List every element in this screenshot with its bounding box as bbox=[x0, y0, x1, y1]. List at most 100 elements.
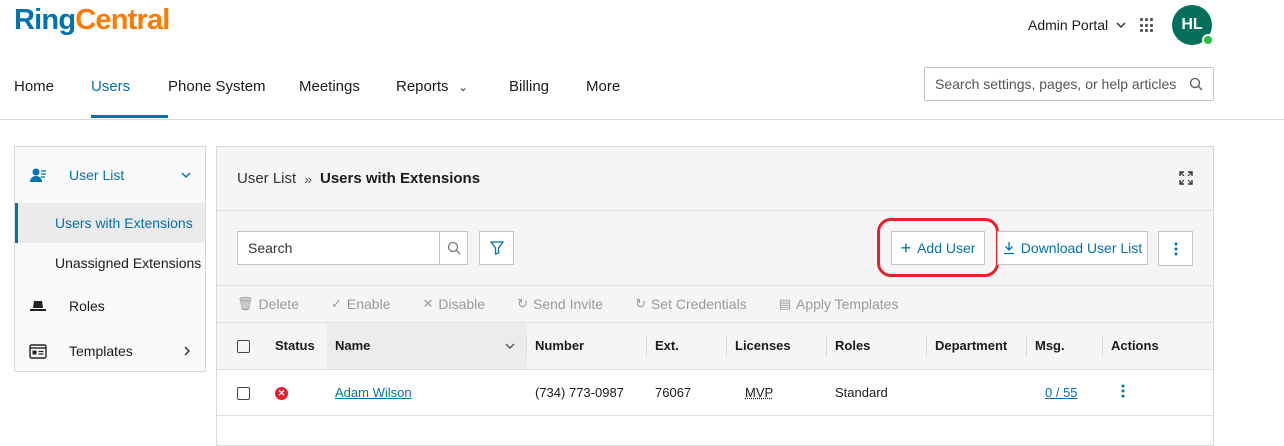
app-launcher-icon[interactable] bbox=[1140, 18, 1155, 33]
sidebar-item-users-with-extensions[interactable]: Users with Extensions bbox=[15, 203, 205, 243]
column-ext[interactable]: Ext. bbox=[647, 323, 727, 369]
breadcrumb: User List » Users with Extensions bbox=[217, 147, 1213, 211]
global-search-input[interactable] bbox=[935, 76, 1189, 92]
status-disabled-icon: ✕ bbox=[275, 387, 288, 400]
column-number[interactable]: Number bbox=[527, 323, 647, 369]
msg-cell: 0 / 55 bbox=[1027, 369, 1103, 415]
hat-icon bbox=[29, 300, 47, 312]
user-list-icon bbox=[29, 167, 47, 183]
nav-meetings[interactable]: Meetings bbox=[299, 78, 396, 118]
ringcentral-logo[interactable]: RingCentral bbox=[14, 4, 170, 37]
column-actions: Actions bbox=[1103, 323, 1213, 369]
avatar[interactable]: HL bbox=[1172, 5, 1212, 45]
sidebar-item-unassigned-extensions[interactable]: Unassigned Extensions bbox=[15, 243, 205, 283]
sidebar-item-label: Users with Extensions bbox=[55, 215, 193, 231]
license-badge[interactable]: MVP bbox=[745, 385, 773, 400]
global-search[interactable] bbox=[924, 67, 1214, 101]
row-select-cell bbox=[217, 369, 267, 415]
filter-icon bbox=[490, 241, 504, 255]
select-all-checkbox[interactable] bbox=[237, 340, 250, 353]
number-cell: (734) 773-0987 bbox=[527, 369, 647, 415]
licenses-cell: MVP bbox=[727, 369, 827, 415]
more-actions-button[interactable] bbox=[1158, 231, 1193, 266]
nav-users[interactable]: Users bbox=[91, 78, 168, 118]
sidebar-item-label: Unassigned Extensions bbox=[55, 255, 201, 271]
ext-cell: 76067 bbox=[647, 369, 727, 415]
search-icon[interactable] bbox=[1189, 77, 1203, 91]
top-bar: RingCentral Admin Portal HL Home Users P… bbox=[0, 0, 1284, 120]
toolbar: + Add User Download User List bbox=[217, 211, 1213, 286]
presence-online-icon bbox=[1202, 34, 1214, 46]
template-icon bbox=[29, 344, 47, 359]
nav-reports[interactable]: Reports ⌄ bbox=[396, 78, 509, 118]
apply-templates-action[interactable]: ▤ Apply Templates bbox=[779, 296, 899, 312]
chevron-down-icon bbox=[505, 343, 515, 350]
close-icon: ✕ bbox=[422, 296, 433, 312]
check-icon: ✓ bbox=[331, 296, 342, 312]
sidebar-item-user-list[interactable]: User List bbox=[15, 147, 205, 203]
kebab-icon bbox=[1174, 242, 1178, 256]
msg-link[interactable]: 0 / 55 bbox=[1045, 385, 1078, 400]
actions-cell bbox=[1103, 369, 1213, 415]
disable-action[interactable]: ✕ Disable bbox=[422, 296, 485, 312]
user-name-link[interactable]: Adam Wilson bbox=[335, 385, 412, 400]
department-cell bbox=[927, 369, 1027, 415]
chevron-right-icon bbox=[184, 346, 191, 356]
trash-icon: 🗑︎ bbox=[237, 296, 254, 312]
user-search-input[interactable] bbox=[238, 232, 439, 264]
row-checkbox[interactable] bbox=[237, 387, 250, 400]
page-title: Users with Extensions bbox=[320, 170, 480, 187]
expand-icon[interactable] bbox=[1179, 171, 1193, 185]
bulk-actions-bar: 🗑︎ Delete ✓ Enable ✕ Disable ↻ Send Invite ↻… bbox=[217, 286, 1213, 323]
delete-action[interactable]: 🗑︎ Delete bbox=[237, 296, 299, 312]
set-credentials-action[interactable]: ↻ Set Credentials bbox=[635, 296, 747, 312]
filter-button[interactable] bbox=[479, 231, 514, 265]
admin-portal-dropdown[interactable]: Admin Portal bbox=[1028, 17, 1126, 33]
column-name[interactable]: Name bbox=[327, 323, 527, 369]
nav-more[interactable]: More bbox=[586, 78, 646, 118]
column-licenses[interactable]: Licenses bbox=[727, 323, 827, 369]
breadcrumb-separator: » bbox=[304, 171, 312, 187]
admin-portal-label: Admin Portal bbox=[1028, 17, 1108, 33]
chevron-down-icon bbox=[181, 172, 191, 179]
status-cell: ✕ bbox=[267, 369, 327, 415]
nav-home[interactable]: Home bbox=[14, 78, 91, 118]
select-all-cell bbox=[217, 323, 267, 369]
main-panel: User List » Users with Extensions + Add … bbox=[216, 146, 1214, 446]
name-cell: Adam Wilson bbox=[327, 369, 527, 415]
download-label: Download User List bbox=[1021, 240, 1142, 256]
add-user-button[interactable]: + Add User bbox=[891, 231, 985, 265]
sidebar-item-label: Roles bbox=[69, 298, 105, 314]
table-row: ✕ Adam Wilson (734) 773-0987 76067 MVP S… bbox=[217, 369, 1213, 415]
avatar-initials: HL bbox=[1181, 16, 1202, 34]
refresh-icon: ↻ bbox=[517, 296, 528, 312]
plus-icon: + bbox=[901, 239, 912, 257]
column-msg[interactable]: Msg. bbox=[1027, 323, 1103, 369]
chevron-down-icon bbox=[1116, 22, 1126, 29]
main-nav: Home Users Phone System Meetings Reports… bbox=[14, 78, 646, 118]
column-department[interactable]: Department bbox=[927, 323, 1027, 369]
download-user-list-button[interactable]: Download User List bbox=[997, 231, 1148, 265]
users-table: Status Name Number Ext. Licenses Roles D… bbox=[217, 323, 1213, 416]
column-roles[interactable]: Roles bbox=[827, 323, 927, 369]
chevron-down-icon: ⌄ bbox=[459, 81, 468, 94]
nav-billing[interactable]: Billing bbox=[509, 78, 586, 118]
column-status[interactable]: Status bbox=[267, 323, 327, 369]
breadcrumb-parent[interactable]: User List bbox=[237, 170, 296, 187]
kebab-icon[interactable] bbox=[1121, 384, 1125, 398]
add-user-label: Add User bbox=[917, 240, 975, 256]
user-search[interactable] bbox=[237, 231, 468, 265]
sidebar-item-templates[interactable]: Templates bbox=[15, 329, 205, 373]
sidebar: User List Users with Extensions Unassign… bbox=[14, 146, 206, 372]
send-invite-action[interactable]: ↻ Send Invite bbox=[517, 296, 603, 312]
template-icon: ▤ bbox=[779, 296, 791, 312]
nav-phone-system[interactable]: Phone System bbox=[168, 78, 299, 118]
sidebar-item-roles[interactable]: Roles bbox=[15, 283, 205, 329]
refresh-icon: ↻ bbox=[635, 296, 646, 312]
roles-cell: Standard bbox=[827, 369, 927, 415]
enable-action[interactable]: ✓ Enable bbox=[331, 296, 391, 312]
sidebar-item-label: User List bbox=[69, 167, 124, 183]
search-icon bbox=[447, 241, 461, 255]
search-button[interactable] bbox=[439, 232, 467, 264]
sidebar-item-label: Templates bbox=[69, 343, 133, 359]
